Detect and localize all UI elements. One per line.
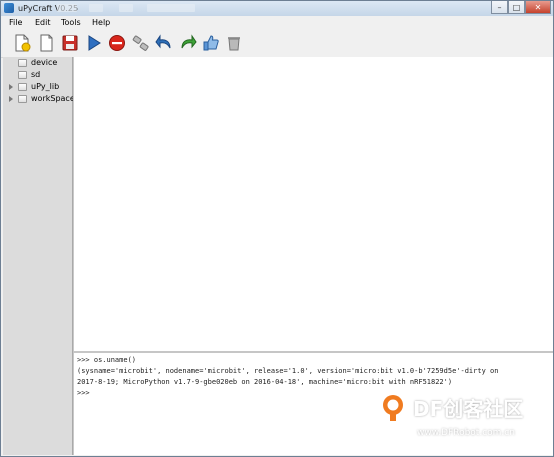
background-taskbar-ghost: [147, 4, 195, 12]
save-button[interactable]: [61, 34, 79, 52]
tree-item-upy-lib[interactable]: uPy_lib: [3, 81, 72, 93]
menu-file[interactable]: File: [9, 16, 22, 30]
title-bar[interactable]: uPyCraft V0.25 – □ ✕: [1, 1, 553, 16]
console-line: (sysname='microbit', nodename='microbit'…: [77, 367, 499, 375]
dfrobot-watermark: DF创客社区 www.DFRobot.com.cn: [373, 393, 549, 453]
undo-button[interactable]: [155, 34, 173, 52]
app-icon: [4, 3, 14, 13]
toolbar: [1, 30, 553, 58]
tree-item-device[interactable]: device: [3, 57, 72, 69]
folder-icon: [18, 83, 27, 91]
connect-icon: [132, 35, 149, 51]
check-syntax-button[interactable]: [202, 34, 220, 52]
minimize-button[interactable]: –: [491, 1, 508, 14]
new-file-button[interactable]: [13, 34, 31, 52]
file-tree: device sd uPy_lib workSpace: [3, 57, 75, 455]
stop-button[interactable]: [108, 34, 126, 52]
new-file-icon: [15, 34, 31, 52]
dfrobot-logo-icon: [383, 395, 403, 421]
clear-button[interactable]: [225, 34, 243, 52]
expand-arrow-icon[interactable]: [9, 84, 13, 90]
menu-help[interactable]: Help: [92, 16, 110, 30]
tree-item-workspace[interactable]: workSpace: [3, 93, 75, 105]
tree-item-label: sd: [31, 70, 41, 79]
trash-icon: [228, 37, 240, 51]
console-line: >>> os.uname(): [77, 356, 137, 364]
thumbs-up-icon: [203, 35, 219, 51]
tree-item-label: workSpace: [31, 94, 75, 103]
folder-icon: [18, 59, 27, 67]
menu-edit[interactable]: Edit: [35, 16, 51, 30]
menu-bar: File Edit Tools Help: [1, 16, 553, 30]
open-file-button[interactable]: [37, 34, 55, 52]
tree-item-label: device: [31, 58, 58, 67]
tree-item-sd[interactable]: sd: [3, 69, 72, 81]
code-editor[interactable]: [73, 57, 553, 351]
expand-arrow-icon[interactable]: [9, 96, 13, 102]
console-prompt: >>>: [77, 389, 90, 397]
undo-icon: [155, 34, 171, 49]
watermark-url: www.DFRobot.com.cn: [417, 428, 515, 438]
background-taskbar-ghost: [57, 4, 77, 12]
stop-icon: [109, 35, 125, 51]
app-window: uPyCraft V0.25 – □ ✕ File Edit Tools Hel…: [0, 0, 554, 457]
run-button[interactable]: [85, 34, 103, 52]
connect-button[interactable]: [132, 34, 150, 52]
folder-icon: [18, 95, 27, 103]
close-button[interactable]: ✕: [525, 1, 551, 14]
watermark-name: DF创客社区: [413, 397, 524, 421]
maximize-button[interactable]: □: [508, 1, 525, 14]
folder-icon: [18, 71, 27, 79]
console-line: 2017-8-19; MicroPython v1.7-9-gbe020eb o…: [77, 378, 453, 386]
run-icon: [88, 35, 101, 51]
background-taskbar-ghost: [89, 4, 103, 12]
tree-item-label: uPy_lib: [31, 82, 60, 91]
background-taskbar-ghost: [119, 4, 133, 12]
menu-tools[interactable]: Tools: [61, 16, 81, 30]
save-icon: [62, 35, 78, 51]
redo-icon: [181, 34, 197, 49]
open-file-icon: [40, 34, 53, 52]
redo-button[interactable]: [179, 34, 197, 52]
